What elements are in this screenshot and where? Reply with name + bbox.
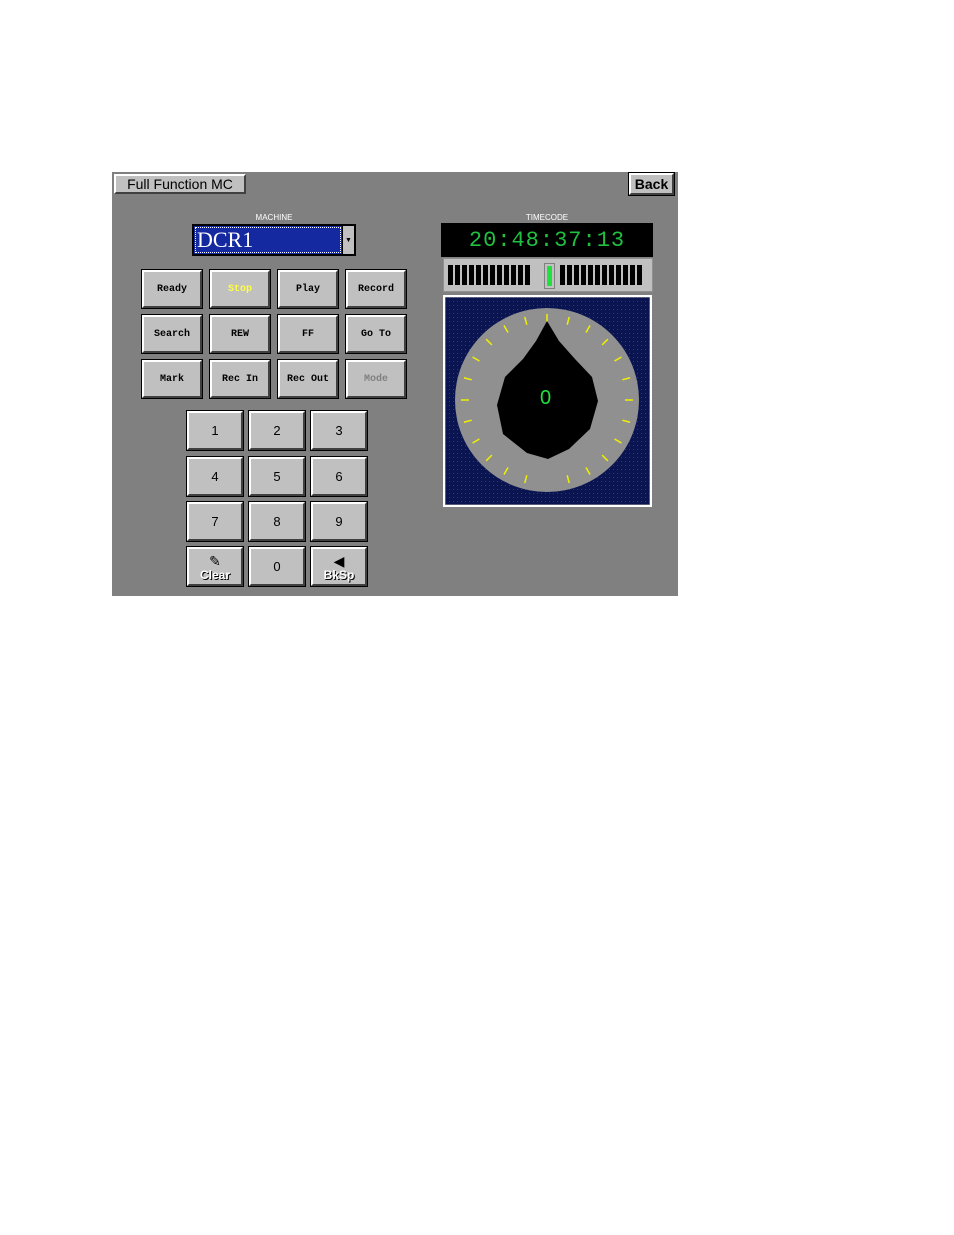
meter-center-indicator — [544, 263, 555, 289]
meter-segment — [616, 265, 621, 285]
keypad-8-button[interactable]: 8 — [248, 501, 306, 542]
meter-segment — [497, 265, 502, 285]
jog-shuttle-wheel[interactable]: 0 — [443, 295, 652, 507]
machine-label: MACHINE — [255, 213, 293, 222]
keypad-3-button[interactable]: 3 — [310, 410, 368, 451]
stop-button[interactable]: Stop — [209, 269, 271, 309]
search-button[interactable]: Search — [141, 314, 203, 354]
meter-segment — [567, 265, 572, 285]
meter-segment — [637, 265, 642, 285]
jog-level-meter — [443, 258, 653, 292]
meter-segment — [581, 265, 586, 285]
goto-button[interactable]: Go To — [345, 314, 407, 354]
machine-select[interactable]: DCR1 ▼ — [192, 224, 356, 256]
ff-button[interactable]: FF — [277, 314, 339, 354]
keypad-clear-button[interactable]: ✎ Clear — [186, 546, 244, 587]
timecode-label: TIMECODE — [525, 213, 569, 222]
keypad-1-button[interactable]: 1 — [186, 410, 244, 451]
left-arrow-icon: ◀ — [333, 553, 345, 569]
keypad-2-button[interactable]: 2 — [248, 410, 306, 451]
recout-button[interactable]: Rec Out — [277, 359, 339, 399]
meter-segment — [518, 265, 523, 285]
keypad-6-button[interactable]: 6 — [310, 456, 368, 497]
chevron-down-icon[interactable]: ▼ — [343, 226, 354, 254]
mark-button[interactable]: Mark — [141, 359, 203, 399]
meter-segment — [595, 265, 600, 285]
meter-segment — [560, 265, 565, 285]
keypad-bksp-button[interactable]: ◀ BkSp — [310, 546, 368, 587]
meter-segment — [609, 265, 614, 285]
keypad-0-button[interactable]: 0 — [248, 546, 306, 587]
meter-segment — [602, 265, 607, 285]
broom-icon: ✎ — [209, 553, 221, 569]
meter-segment — [448, 265, 453, 285]
meter-segment — [483, 265, 488, 285]
back-button[interactable]: Back — [628, 172, 675, 196]
meter-segment — [511, 265, 516, 285]
meter-segment — [630, 265, 635, 285]
keypad-bksp-label: BkSp — [323, 568, 355, 582]
mode-button[interactable]: Mode — [345, 359, 407, 399]
keypad-4-button[interactable]: 4 — [186, 456, 244, 497]
meter-segment — [455, 265, 460, 285]
play-button[interactable]: Play — [277, 269, 339, 309]
meter-segment — [588, 265, 593, 285]
meter-segment — [623, 265, 628, 285]
rew-button[interactable]: REW — [209, 314, 271, 354]
meter-segment — [525, 265, 530, 285]
timecode-display: 20:48:37:13 — [441, 223, 653, 257]
machine-control-panel: Full Function MC Back MACHINE DCR1 ▼ TIM… — [112, 172, 678, 596]
meter-segment — [504, 265, 509, 285]
meter-segment — [476, 265, 481, 285]
meter-segment — [490, 265, 495, 285]
keypad-clear-label: Clear — [199, 568, 231, 582]
window-title-tab: Full Function MC — [114, 174, 246, 194]
ready-button[interactable]: Ready — [141, 269, 203, 309]
keypad-5-button[interactable]: 5 — [248, 456, 306, 497]
keypad-7-button[interactable]: 7 — [186, 501, 244, 542]
meter-segment — [469, 265, 474, 285]
meter-segment — [574, 265, 579, 285]
recin-button[interactable]: Rec In — [209, 359, 271, 399]
record-button[interactable]: Record — [345, 269, 407, 309]
keypad-9-button[interactable]: 9 — [310, 501, 368, 542]
meter-segment — [462, 265, 467, 285]
machine-value: DCR1 — [194, 226, 342, 254]
jog-readout: 0 — [539, 387, 552, 409]
